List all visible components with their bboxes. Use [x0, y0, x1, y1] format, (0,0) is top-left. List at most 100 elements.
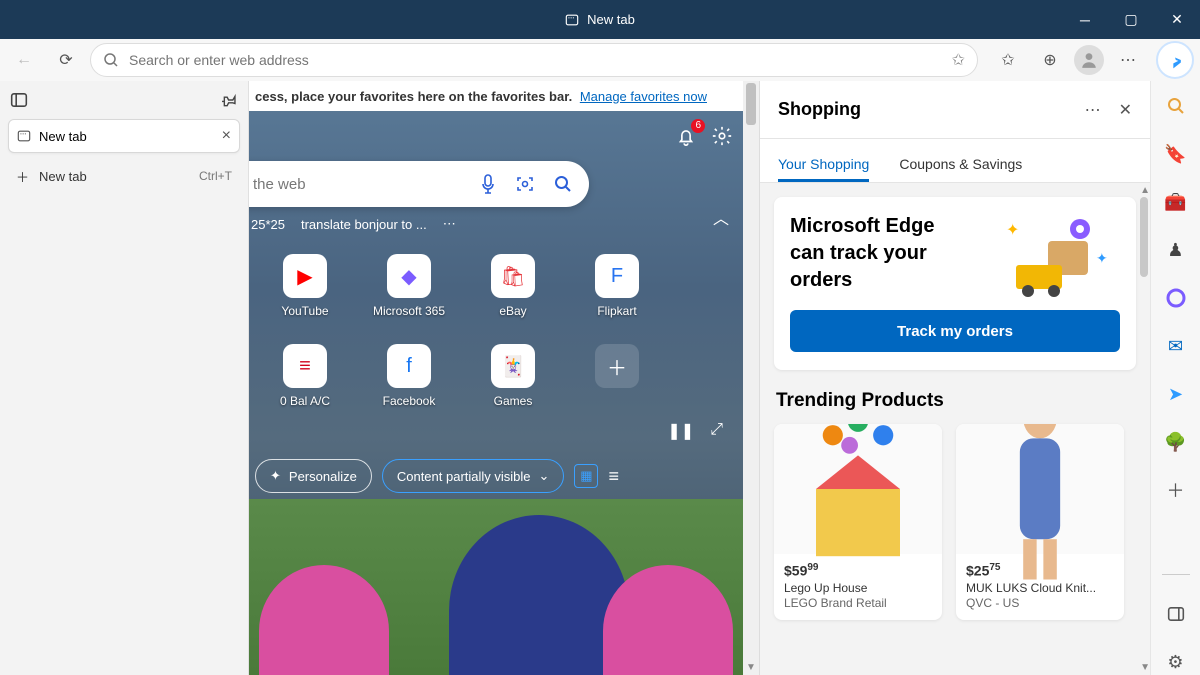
expand-background-icon[interactable]: ⤢ — [710, 421, 723, 441]
search-hint: the web — [253, 176, 306, 193]
back-button[interactable]: ← — [6, 42, 42, 78]
shopping-more-button[interactable]: ⋯ — [1085, 100, 1101, 120]
tile-label: Facebook — [383, 394, 436, 408]
quick-more-icon[interactable]: ⋯ — [443, 216, 456, 232]
layout-grid-button[interactable]: ▦ — [574, 464, 598, 488]
quick-link-1[interactable]: 25*25 — [251, 217, 285, 232]
news-feed-image[interactable] — [249, 499, 743, 675]
favorites-button[interactable]: ✩ — [990, 42, 1026, 78]
vertical-tab-active[interactable]: New tab × — [8, 119, 240, 153]
rail-panel-icon[interactable] — [1163, 601, 1189, 627]
favorite-star-icon[interactable]: ✩ — [952, 50, 965, 70]
shopping-title: Shopping — [778, 99, 861, 120]
minimize-button[interactable]: ─ — [1062, 0, 1108, 39]
rail-copilot-icon[interactable] — [1163, 285, 1189, 311]
track-orders-card: Microsoft Edge can track your orders ✦✦ … — [774, 197, 1136, 370]
bing-discover-button[interactable] — [1156, 41, 1194, 79]
rail-games-icon[interactable]: ♟ — [1163, 237, 1189, 263]
content-scrollbar[interactable]: ▲ ▼ — [743, 81, 759, 675]
quick-tile[interactable]: f Facebook — [357, 331, 461, 421]
product-name: Lego Up House — [784, 581, 932, 595]
quick-tile[interactable]: ≡ 0 Bal A/C — [253, 331, 357, 421]
product-card[interactable]: $5999 Lego Up House LEGO Brand Retail — [774, 424, 942, 620]
maximize-button[interactable]: ▢ — [1108, 0, 1154, 39]
svg-text:✦: ✦ — [1096, 250, 1108, 266]
product-price: $5999 — [784, 562, 932, 579]
tab-your-shopping[interactable]: Your Shopping — [778, 156, 869, 182]
product-store: QVC - US — [966, 596, 1114, 610]
product-card[interactable]: $2575 MUK LUKS Cloud Knit... QVC - US — [956, 424, 1124, 620]
ntp-search-box[interactable]: the web — [249, 161, 589, 207]
quick-tile[interactable]: ◆Microsoft 365 — [357, 241, 461, 331]
product-image — [774, 424, 942, 554]
layout-list-button[interactable]: ≡ — [608, 466, 619, 487]
pause-background-icon[interactable]: ❚❚ — [667, 421, 694, 441]
browser-toolbar: ← ⟳ ✩ ✩ ⊕ ⋯ — [0, 39, 1200, 81]
tabs-panel-icon[interactable] — [10, 91, 28, 109]
plus-icon: ＋ — [16, 167, 29, 186]
quick-link-2[interactable]: translate bonjour to ... — [301, 217, 427, 232]
track-headline: Microsoft Edge can track your orders — [790, 213, 970, 294]
rail-search-icon[interactable] — [1163, 93, 1189, 119]
shopping-panel: Shopping ⋯ ✕ Your Shopping Coupons & Sav… — [760, 81, 1150, 675]
tile-label: YouTube — [281, 304, 328, 318]
tab-coupons[interactable]: Coupons & Savings — [899, 156, 1022, 182]
tile-icon: 🃏 — [491, 344, 535, 388]
shopping-scroll-thumb[interactable] — [1140, 197, 1148, 277]
tile-icon: f — [387, 344, 431, 388]
product-store: LEGO Brand Retail — [784, 596, 932, 610]
shopping-close-button[interactable]: ✕ — [1119, 100, 1132, 120]
image-search-icon[interactable] — [515, 174, 535, 194]
shopping-scroll-down[interactable]: ▼ — [1140, 662, 1150, 673]
tile-icon: ≡ — [283, 344, 327, 388]
quick-tile[interactable]: ▶YouTube — [253, 241, 357, 331]
content-visibility-toggle[interactable]: Content partially visible ⌄ — [382, 459, 565, 493]
address-bar[interactable]: ✩ — [90, 43, 978, 77]
new-tab-button[interactable]: ＋ New tab Ctrl+T — [8, 159, 240, 193]
quick-tile[interactable]: 🃏Games — [461, 331, 565, 421]
tile-icon: 🛍 — [491, 254, 535, 298]
quick-tile[interactable]: FFlipkart — [565, 241, 669, 331]
manage-favorites-link[interactable]: Manage favorites now — [580, 89, 707, 104]
collections-button[interactable]: ⊕ — [1032, 42, 1068, 78]
collapse-chevron-icon[interactable]: ︿ — [713, 205, 729, 229]
trending-title: Trending Products — [776, 390, 1134, 412]
tab-icon — [565, 13, 579, 27]
tile-label: 0 Bal A/C — [280, 394, 330, 408]
scroll-down-arrow[interactable]: ▼ — [743, 659, 759, 675]
voice-search-icon[interactable] — [479, 174, 497, 194]
rail-add-icon[interactable]: ＋ — [1163, 477, 1189, 503]
refresh-button[interactable]: ⟳ — [48, 42, 84, 78]
add-tile-button[interactable]: ＋ — [565, 331, 669, 421]
tile-label: eBay — [499, 304, 526, 318]
right-sidebar: 🔖 🧰 ♟ ✉ ➤ 🌳 ＋ ⚙ — [1150, 81, 1200, 675]
favorites-bar-hint: cess, place your favorites here on the f… — [249, 81, 743, 111]
shopping-scroll-up[interactable]: ▲ — [1140, 185, 1150, 196]
rail-settings-icon[interactable]: ⚙ — [1163, 649, 1189, 675]
more-menu-button[interactable]: ⋯ — [1110, 42, 1146, 78]
rail-send-icon[interactable]: ➤ — [1163, 381, 1189, 407]
rail-tree-icon[interactable]: 🌳 — [1163, 429, 1189, 455]
chevron-down-icon: ⌄ — [539, 468, 550, 484]
trending-products-row: $5999 Lego Up House LEGO Brand Retail $2… — [774, 424, 1136, 620]
rail-outlook-icon[interactable]: ✉ — [1163, 333, 1189, 359]
scroll-thumb[interactable] — [746, 83, 756, 125]
quick-links: 25*25 translate bonjour to ... ⋯ — [249, 216, 456, 232]
close-window-button[interactable]: ✕ — [1154, 0, 1200, 39]
address-input[interactable] — [129, 52, 942, 68]
search-submit-icon[interactable] — [553, 174, 573, 194]
close-tab-button[interactable]: × — [222, 127, 231, 145]
profile-button[interactable] — [1074, 45, 1104, 75]
pin-icon[interactable] — [222, 92, 238, 108]
notifications-button[interactable]: 6 — [675, 125, 697, 147]
search-icon — [103, 52, 119, 68]
rail-shopping-icon[interactable]: 🔖 — [1163, 141, 1189, 167]
product-image — [956, 424, 1124, 554]
new-tab-shortcut: Ctrl+T — [199, 169, 232, 183]
quick-tile[interactable]: 🛍 eBay — [461, 241, 565, 331]
personalize-button[interactable]: ✦ Personalize — [255, 459, 372, 493]
rail-tools-icon[interactable]: 🧰 — [1163, 189, 1189, 215]
tile-label: Flipkart — [597, 304, 636, 318]
track-orders-button[interactable]: Track my orders — [790, 310, 1120, 352]
page-settings-button[interactable] — [711, 125, 733, 147]
